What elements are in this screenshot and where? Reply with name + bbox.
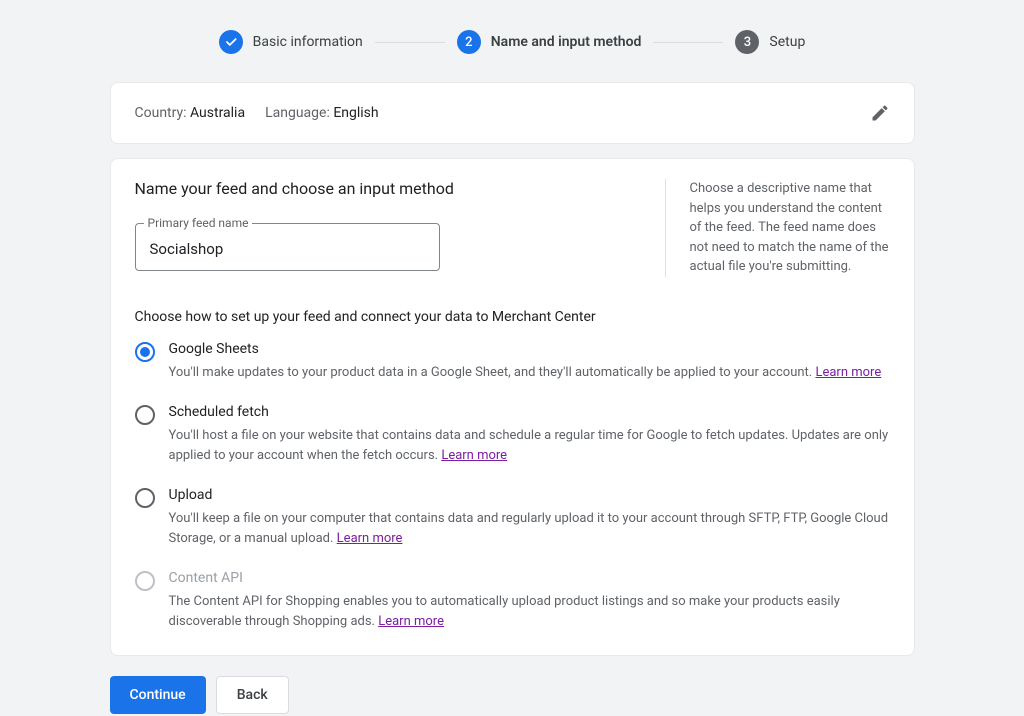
language-summary: Language: English [265, 105, 379, 121]
option-title: Scheduled fetch [169, 404, 890, 420]
input-legend: Primary feed name [144, 216, 253, 230]
option-title: Upload [169, 487, 890, 503]
step-setup[interactable]: 3 Setup [735, 30, 805, 54]
step-name-input[interactable]: 2 Name and input method [457, 30, 642, 54]
summary-card: Country: Australia Language: English [110, 82, 915, 144]
pencil-icon[interactable] [870, 103, 890, 123]
option-desc: You'll keep a file on your computer that… [169, 509, 890, 548]
feed-name-field[interactable]: Primary feed name [135, 216, 440, 271]
radio-icon[interactable] [135, 488, 155, 508]
step-connector [653, 42, 723, 43]
option-upload[interactable]: Upload You'll keep a file on your comput… [135, 487, 890, 548]
radio-icon [135, 571, 155, 591]
option-scheduled-fetch[interactable]: Scheduled fetch You'll host a file on yo… [135, 404, 890, 465]
step-label: Basic information [253, 34, 363, 50]
step-connector [375, 42, 445, 43]
step-number-icon: 2 [457, 30, 481, 54]
stepper: Basic information 2 Name and input metho… [110, 30, 915, 54]
check-icon [219, 30, 243, 54]
option-desc: You'll host a file on your website that … [169, 426, 890, 465]
option-desc: The Content API for Shopping enables you… [169, 592, 890, 631]
option-desc: You'll make updates to your product data… [169, 363, 890, 383]
main-card: Name your feed and choose an input metho… [110, 158, 915, 656]
section-heading: Name your feed and choose an input metho… [135, 179, 625, 198]
step-label: Setup [769, 34, 805, 50]
radio-icon[interactable] [135, 342, 155, 362]
step-number-icon: 3 [735, 30, 759, 54]
back-button[interactable]: Back [216, 676, 289, 714]
learn-more-link[interactable]: Learn more [441, 448, 507, 463]
option-google-sheets[interactable]: Google Sheets You'll make updates to you… [135, 341, 890, 383]
step-label: Name and input method [491, 34, 642, 50]
option-title: Google Sheets [169, 341, 890, 357]
continue-button[interactable]: Continue [110, 676, 206, 714]
step-basic-info[interactable]: Basic information [219, 30, 363, 54]
option-title: Content API [169, 570, 890, 586]
learn-more-link[interactable]: Learn more [815, 365, 881, 380]
feed-name-input[interactable] [136, 230, 439, 270]
radio-icon[interactable] [135, 405, 155, 425]
learn-more-link[interactable]: Learn more [378, 614, 444, 629]
option-content-api: Content API The Content API for Shopping… [135, 570, 890, 631]
learn-more-link[interactable]: Learn more [337, 531, 403, 546]
subsection-heading: Choose how to set up your feed and conne… [135, 309, 890, 325]
help-text: Choose a descriptive name that helps you… [665, 179, 890, 277]
country-summary: Country: Australia [135, 105, 246, 121]
